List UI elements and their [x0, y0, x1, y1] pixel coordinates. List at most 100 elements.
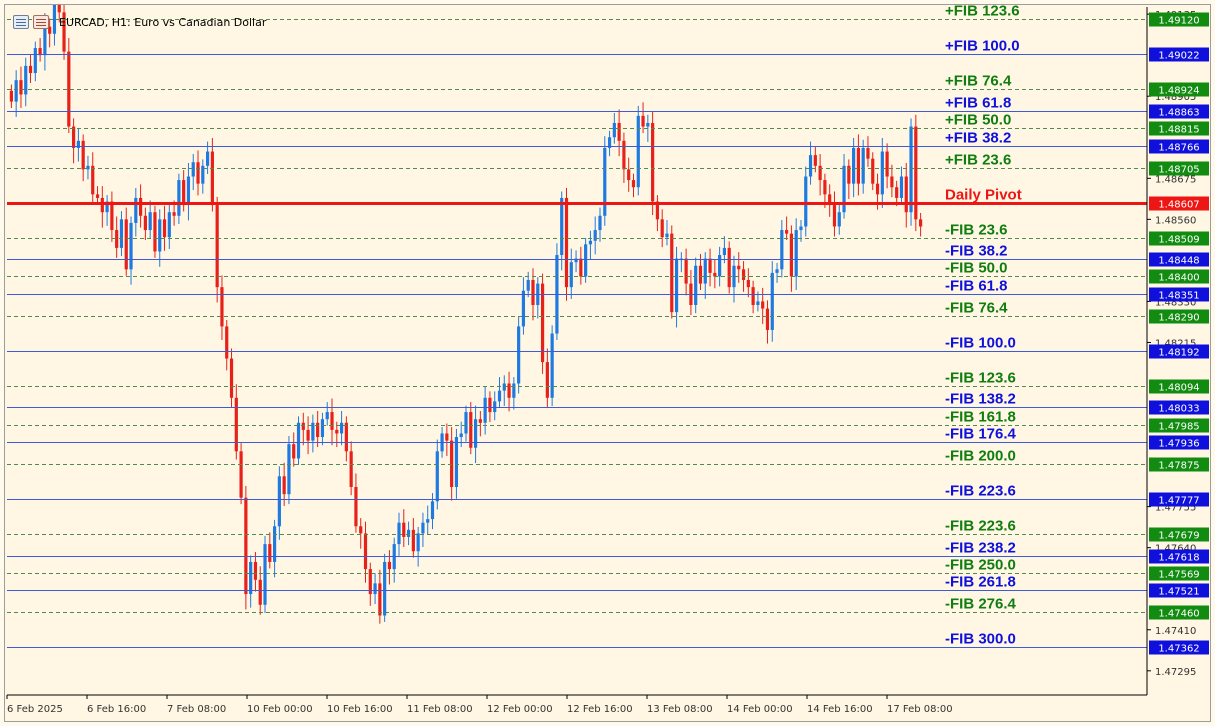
candle-body [373, 583, 377, 595]
price-tag-text: 1.48400 [1158, 273, 1199, 284]
candle-body [129, 222, 133, 270]
candle-body [727, 247, 731, 288]
level-label: -FIB 300.0 [945, 631, 1016, 648]
candle-body [564, 197, 569, 288]
candle-body [258, 579, 262, 605]
candle-body [507, 383, 511, 398]
price-tag-text: 1.47460 [1158, 609, 1199, 620]
level-label: -FIB 176.4 [945, 426, 1017, 443]
candle-body [588, 240, 593, 245]
candle-body [464, 412, 468, 434]
price-tag-text: 1.48607 [1158, 200, 1199, 211]
candle-body [339, 422, 344, 434]
candle-body [627, 169, 631, 181]
x-tick-label: 11 Feb 08:00 [407, 704, 473, 715]
price-tag-text: 1.49120 [1158, 16, 1199, 27]
candle-body [880, 151, 884, 195]
candle-body [320, 419, 325, 438]
candle-body [899, 176, 904, 198]
candle-body [158, 219, 162, 252]
candle-body [182, 180, 186, 206]
candle-body [684, 258, 688, 284]
candle-body [450, 440, 454, 488]
candle-body [808, 155, 813, 177]
candle-body [225, 326, 229, 359]
candle-body [545, 362, 549, 398]
candle-body [268, 544, 272, 562]
candle-body [24, 65, 28, 95]
candle-body [110, 201, 114, 231]
chart-plot[interactable]: +FIB 123.6+FIB 100.0+FIB 76.4+FIB 61.8+F… [5, 5, 1212, 723]
candle-body [641, 115, 645, 127]
candle-body [780, 230, 784, 270]
candle-body [531, 280, 535, 305]
candle-body [593, 230, 597, 241]
candle-body [138, 197, 143, 216]
candle-body [751, 287, 755, 305]
x-tick-label: 17 Feb 08:00 [887, 704, 953, 715]
candle-body [560, 197, 564, 256]
candle-body [914, 126, 918, 220]
candle-body [584, 244, 588, 277]
price-tag-text: 1.48290 [1158, 313, 1199, 324]
chart-title: EURCAD, H1: Euro vs Canadian Dollar [59, 15, 267, 29]
candle-body [660, 219, 664, 238]
candle-body [335, 429, 339, 434]
price-tag-text: 1.48705 [1158, 165, 1199, 176]
price-tag-text: 1.47569 [1158, 570, 1199, 581]
candle-body [708, 258, 712, 273]
trade-panel-icon[interactable] [13, 15, 29, 29]
price-tag-text: 1.47777 [1158, 496, 1199, 507]
candle-body [186, 176, 191, 206]
candle-body [856, 147, 860, 184]
candle-body [603, 147, 607, 216]
candle-body [895, 187, 899, 198]
level-label: +FIB 23.6 [945, 152, 1011, 169]
candle-body [229, 358, 234, 398]
price-tag-text: 1.48924 [1158, 86, 1199, 97]
chart-header: EURCAD, H1: Euro vs Canadian Dollar [13, 15, 266, 29]
price-tag-text: 1.47679 [1158, 531, 1199, 542]
y-tick-label: 1.47295 [1155, 667, 1196, 678]
candle-body [167, 212, 171, 238]
candle-body [804, 176, 808, 227]
candle-body [397, 522, 401, 545]
price-tag-text: 1.48509 [1158, 235, 1199, 246]
candle-body [622, 140, 626, 170]
price-tag-text: 1.48033 [1158, 404, 1199, 415]
price-tag-text: 1.48094 [1158, 383, 1199, 394]
candle-body [875, 183, 880, 195]
candle-body [761, 301, 765, 309]
candle-body [512, 383, 516, 398]
candle-body [263, 544, 267, 605]
level-label: -FIB 200.0 [945, 448, 1016, 465]
candle-body [378, 583, 382, 616]
chart-icon[interactable] [33, 15, 49, 29]
candle-body [95, 194, 100, 198]
candle-body [871, 158, 875, 184]
candle-body [904, 176, 908, 213]
candle-body [823, 180, 827, 195]
candle-body [134, 197, 138, 223]
candle-body [612, 122, 616, 138]
candle-body [866, 147, 870, 159]
candle-body [521, 290, 526, 327]
level-label: -FIB 223.6 [945, 518, 1016, 535]
x-tick-label: 14 Feb 16:00 [807, 704, 873, 715]
candle-body [28, 65, 33, 74]
candle-body [100, 197, 104, 213]
candle-body [775, 269, 779, 273]
level-label: -FIB 261.8 [945, 574, 1016, 591]
candle-body [306, 429, 310, 441]
candle-body [177, 180, 181, 216]
x-tick-label: 12 Feb 00:00 [487, 704, 553, 715]
candle-body [794, 230, 798, 277]
x-tick-label: 6 Feb 2025 [7, 704, 63, 715]
candle-body [694, 265, 698, 305]
candle-body [14, 80, 18, 102]
candle-body [861, 147, 865, 184]
candle-body [617, 122, 621, 141]
chart-window[interactable]: +FIB 123.6 +FIB 100.0 +FIB 76.4 +FIB 61.8 +F… [4, 4, 1211, 722]
level-label: +FIB 38.2 [945, 130, 1011, 147]
level-label: -FIB 50.0 [945, 260, 1008, 277]
